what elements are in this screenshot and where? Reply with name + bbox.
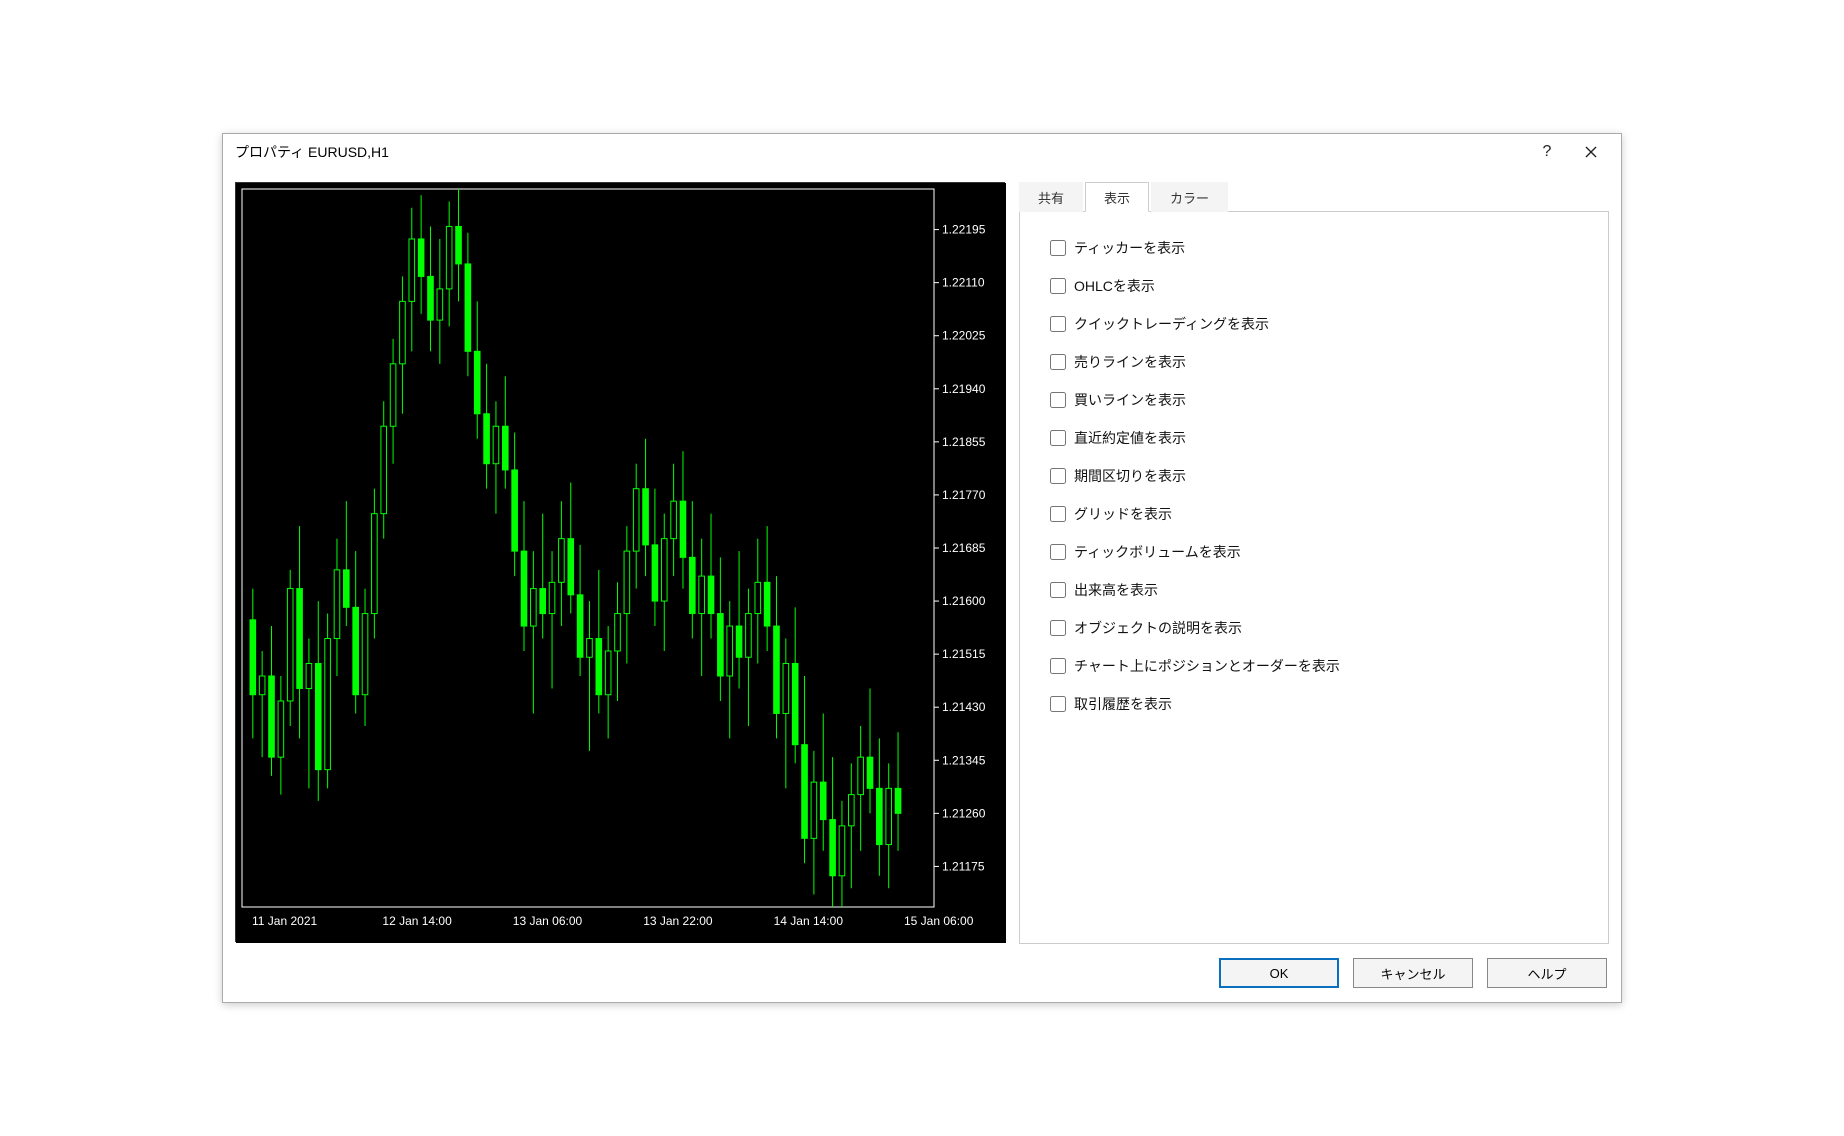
option-label-2: クイックトレーディングを表示 (1074, 314, 1269, 334)
option-row-12: 取引履歴を表示 (1050, 694, 1578, 714)
option-label-12: 取引履歴を表示 (1074, 694, 1172, 714)
window-title: プロパティ EURUSD,H1 (235, 142, 389, 162)
svg-text:1.21940: 1.21940 (942, 382, 986, 396)
option-checkbox-8[interactable] (1050, 544, 1066, 560)
help-button-bottom[interactable]: ヘルプ (1487, 958, 1607, 988)
option-label-3: 売りラインを表示 (1074, 352, 1186, 372)
dialog-buttons: OK キャンセル ヘルプ (223, 944, 1621, 1002)
option-checkbox-6[interactable] (1050, 468, 1066, 484)
option-checkbox-1[interactable] (1050, 278, 1066, 294)
svg-text:1.21430: 1.21430 (942, 700, 986, 714)
tab-2[interactable]: カラー (1151, 182, 1228, 212)
option-row-3: 売りラインを表示 (1050, 352, 1578, 372)
option-checkbox-9[interactable] (1050, 582, 1066, 598)
svg-text:1.21345: 1.21345 (942, 753, 986, 767)
svg-text:1.21600: 1.21600 (942, 594, 986, 608)
help-button[interactable]: ? (1525, 137, 1569, 167)
option-row-9: 出来高を表示 (1050, 580, 1578, 600)
option-checkbox-2[interactable] (1050, 316, 1066, 332)
svg-text:13 Jan 22:00: 13 Jan 22:00 (643, 914, 713, 928)
svg-text:1.21855: 1.21855 (942, 435, 986, 449)
svg-text:12 Jan 14:00: 12 Jan 14:00 (382, 914, 452, 928)
option-row-8: ティックボリュームを表示 (1050, 542, 1578, 562)
tab-bar: 共有表示カラー (1019, 182, 1609, 212)
option-label-4: 買いラインを表示 (1074, 390, 1186, 410)
option-label-0: ティッカーを表示 (1074, 238, 1185, 258)
svg-text:1.22195: 1.22195 (942, 223, 986, 237)
option-checkbox-10[interactable] (1050, 620, 1066, 636)
option-label-7: グリッドを表示 (1074, 504, 1172, 524)
option-checkbox-11[interactable] (1050, 658, 1066, 674)
dialog-content: 1.22195 1.22110 1.22025 1.21940 1.21855 1.217… (223, 170, 1621, 944)
tab-display-options: ティッカーを表示 OHLCを表示クイックトレーディングを表示売りラインを表示買いラ… (1019, 212, 1609, 944)
option-checkbox-0[interactable] (1050, 240, 1066, 256)
svg-text:1.21515: 1.21515 (942, 647, 986, 661)
svg-text:15 Jan 06:00: 15 Jan 06:00 (904, 914, 974, 928)
option-checkbox-3[interactable] (1050, 354, 1066, 370)
option-row-1: OHLCを表示 (1050, 276, 1578, 296)
option-checkbox-12[interactable] (1050, 696, 1066, 712)
svg-text:1.21175: 1.21175 (942, 859, 985, 873)
svg-text:1.21260: 1.21260 (942, 806, 986, 820)
svg-text:1.21770: 1.21770 (942, 488, 986, 502)
option-label-6: 期間区切りを表示 (1074, 466, 1186, 486)
svg-text:14 Jan 14:00: 14 Jan 14:00 (774, 914, 844, 928)
svg-text:11 Jan 2021: 11 Jan 2021 (252, 914, 317, 928)
option-checkbox-4[interactable] (1050, 392, 1066, 408)
option-label-1: OHLCを表示 (1074, 276, 1155, 296)
option-row-4: 買いラインを表示 (1050, 390, 1578, 410)
option-label-9: 出来高を表示 (1074, 580, 1158, 600)
option-row-5: 直近約定値を表示 (1050, 428, 1578, 448)
option-label-8: ティックボリュームを表示 (1074, 542, 1241, 562)
cancel-button[interactable]: キャンセル (1353, 958, 1473, 988)
svg-text:1.22025: 1.22025 (942, 329, 986, 343)
option-row-6: 期間区切りを表示 (1050, 466, 1578, 486)
option-row-0: ティッカーを表示 (1050, 238, 1578, 258)
svg-text:1.22110: 1.22110 (942, 276, 985, 290)
option-row-11: チャート上にポジションとオーダーを表示 (1050, 656, 1578, 676)
svg-text:1.21685: 1.21685 (942, 541, 986, 555)
ok-button[interactable]: OK (1219, 958, 1339, 988)
option-checkbox-5[interactable] (1050, 430, 1066, 446)
option-label-5: 直近約定値を表示 (1074, 428, 1186, 448)
tab-1[interactable]: 表示 (1085, 182, 1149, 212)
option-row-2: クイックトレーディングを表示 (1050, 314, 1578, 334)
option-label-11: チャート上にポジションとオーダーを表示 (1074, 656, 1340, 676)
svg-text:13 Jan 06:00: 13 Jan 06:00 (513, 914, 583, 928)
option-row-10: オブジェクトの説明を表示 (1050, 618, 1578, 638)
option-row-7: グリッドを表示 (1050, 504, 1578, 524)
close-button[interactable] (1569, 137, 1613, 167)
chart-preview: 1.22195 1.22110 1.22025 1.21940 1.21855 1.217… (235, 182, 1005, 942)
tab-0[interactable]: 共有 (1019, 182, 1083, 212)
properties-dialog: プロパティ EURUSD,H1 ? 1.221951.221101.220251… (222, 133, 1622, 1003)
option-label-10: オブジェクトの説明を表示 (1074, 618, 1242, 638)
titlebar: プロパティ EURUSD,H1 ? (223, 134, 1621, 170)
settings-pane: 共有表示カラー ティッカーを表示 OHLCを表示クイックトレーディングを表示売りラ… (1019, 182, 1609, 944)
option-checkbox-7[interactable] (1050, 506, 1066, 522)
